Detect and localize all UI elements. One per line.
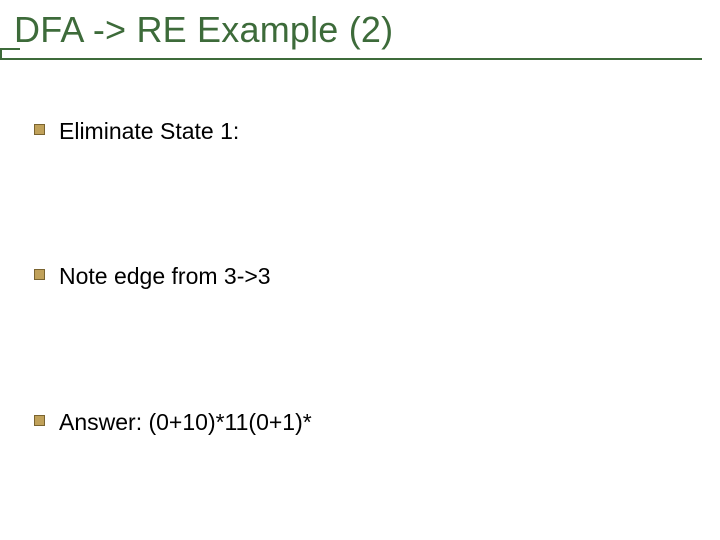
list-item: Note edge from 3->3 xyxy=(34,263,720,291)
content-area: Eliminate State 1: Note edge from 3->3 A… xyxy=(0,58,720,437)
square-bullet-icon xyxy=(34,269,45,280)
bullet-text: Eliminate State 1: xyxy=(59,118,239,146)
title-area: DFA -> RE Example (2) xyxy=(0,0,720,58)
square-bullet-icon xyxy=(34,415,45,426)
slide-title: DFA -> RE Example (2) xyxy=(14,10,720,58)
square-bullet-icon xyxy=(34,124,45,135)
slide: DFA -> RE Example (2) Eliminate State 1:… xyxy=(0,0,720,540)
bullet-text: Answer: (0+10)*11(0+1)* xyxy=(59,409,312,437)
list-item: Answer: (0+10)*11(0+1)* xyxy=(34,409,720,437)
list-item: Eliminate State 1: xyxy=(34,118,720,146)
bullet-text: Note edge from 3->3 xyxy=(59,263,271,291)
